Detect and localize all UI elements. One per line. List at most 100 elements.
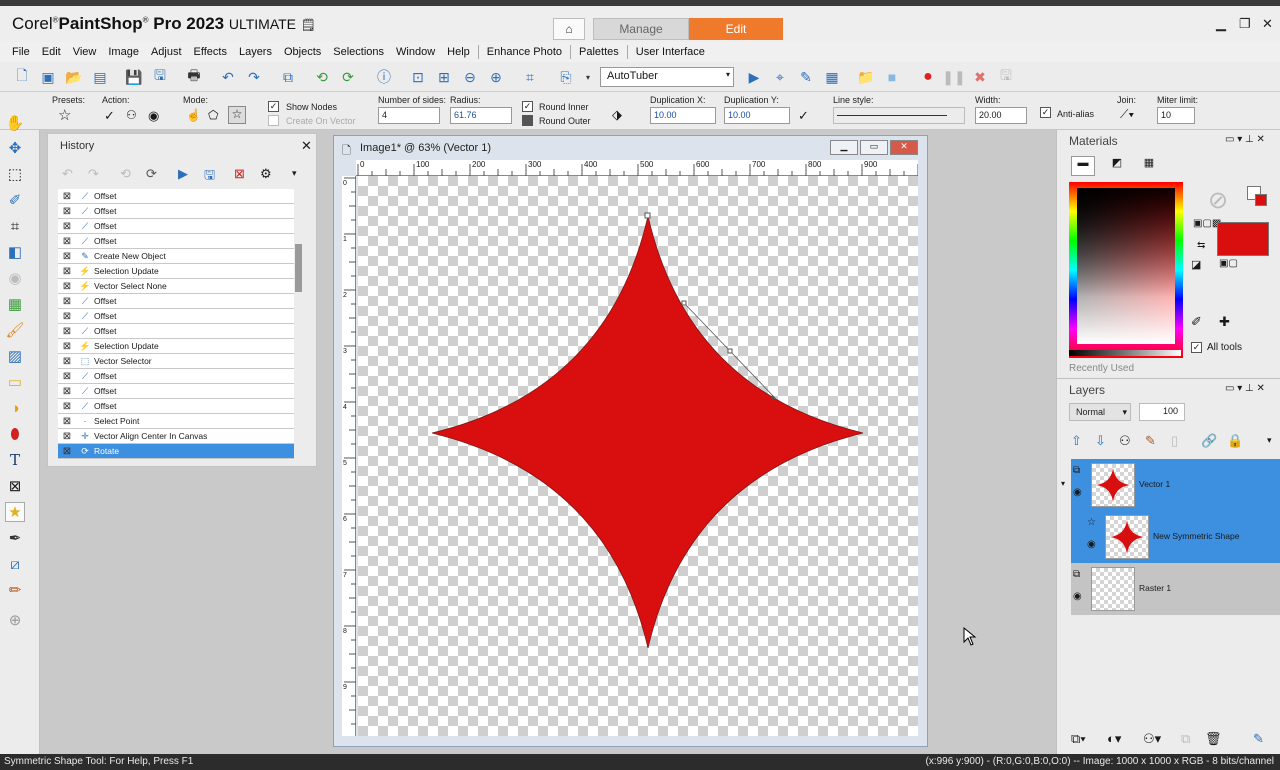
mask-icon[interactable]: ▯ [1171, 433, 1178, 449]
layer-properties-icon[interactable]: ✎ [1253, 731, 1264, 747]
script-folder-icon[interactable]: 📁 [856, 67, 876, 87]
history-item[interactable]: ⊠ ⟋ Offset [58, 189, 294, 204]
record-icon[interactable]: ● [918, 67, 938, 87]
node-handle[interactable] [727, 348, 733, 354]
save-as-icon[interactable]: 🖫 [150, 67, 170, 87]
script-select[interactable]: AutoTuber ▾ [600, 67, 734, 87]
redo-green-icon[interactable]: ⟳ [338, 67, 358, 87]
history-toggle-icon[interactable]: ⊠ [58, 431, 76, 442]
group-expand-icon[interactable]: ▾ [1061, 479, 1065, 488]
blend-mode-select[interactable]: Normal ▾ [1069, 403, 1131, 421]
transparent-toggle-icon[interactable]: ◪ [1191, 258, 1201, 271]
undo-icon[interactable]: ↶ [218, 67, 238, 87]
link-icon[interactable]: 🔗 [1201, 433, 1217, 449]
layer-row-raster[interactable]: ⧉ ◉ Raster 1 [1071, 563, 1280, 615]
history-item[interactable]: ⊠ ✛ Vector Align Center In Canvas [58, 429, 294, 444]
fill-tool-icon[interactable]: ⬮ [5, 424, 25, 444]
width-field[interactable]: 20.00 [975, 107, 1027, 124]
eyedropper-icon[interactable]: ✐ [1191, 314, 1202, 330]
history-toggle-icon[interactable]: ⊠ [58, 206, 76, 217]
picture-tube-icon[interactable]: ▨ [5, 346, 25, 366]
script-output-icon[interactable]: ▦ [822, 67, 842, 87]
history-undo-selected-icon[interactable]: ⟲ [120, 166, 131, 182]
symmetric-star-shape[interactable] [431, 215, 864, 649]
image-close-button[interactable]: ✕ [890, 140, 918, 155]
history-item[interactable]: ⊠ ⟋ Offset [58, 234, 294, 249]
history-item[interactable]: ⊠ ⬚ Vector Selector [58, 354, 294, 369]
save-icon[interactable]: 💾 [124, 67, 144, 87]
new-layer-bottom-icon[interactable]: ⧉▾ [1071, 731, 1086, 747]
miter-field[interactable]: 10 [1157, 107, 1195, 124]
gray-ramp[interactable] [1069, 350, 1181, 356]
background-swatch[interactable] [1255, 194, 1267, 206]
no-fill-icon[interactable]: ⊘ [1203, 186, 1233, 216]
notes-icon[interactable]: 🗒 [301, 18, 316, 32]
line-style-select[interactable] [833, 107, 965, 124]
polygon-mode-icon[interactable]: ⬠ [208, 108, 218, 122]
visibility-eye-icon[interactable]: ◉ [1087, 539, 1096, 550]
history-toggle-icon[interactable]: ⊠ [58, 221, 76, 232]
restore-button[interactable]: ❐ [1239, 16, 1251, 32]
layer-up-icon[interactable]: ⇧ [1071, 433, 1082, 449]
cancel-record-icon[interactable]: ✖ [970, 67, 990, 87]
history-menu-icon[interactable]: ▾ [292, 168, 297, 179]
mask-layer-icon[interactable]: ⚇▾ [1143, 731, 1161, 747]
history-redo-icon[interactable]: ↷ [88, 166, 99, 182]
history-toggle-icon[interactable]: ⊠ [58, 191, 76, 202]
layers-dock-icon[interactable]: ▭ ▾ ⊥ ✕ [1225, 383, 1265, 394]
dodge-tool-icon[interactable]: ◑ [5, 398, 25, 418]
history-item[interactable]: ⊠ ⟋ Offset [58, 294, 294, 309]
join-select[interactable]: ⟋▾ [1120, 107, 1134, 122]
swatches-tab-icon[interactable]: ▦ [1137, 156, 1161, 176]
node-handle[interactable] [681, 300, 687, 306]
rainbow-tab-icon[interactable]: ◩ [1105, 156, 1129, 176]
selection-tool-icon[interactable]: ⬚ [5, 164, 25, 184]
history-item[interactable]: ⊠ ⟋ Offset [58, 369, 294, 384]
history-toggle-icon[interactable]: ⊠ [58, 296, 76, 307]
history-toggle-icon[interactable]: ⊠ [58, 371, 76, 382]
show-nodes-checkbox[interactable]: ✓ [268, 101, 279, 112]
menu-objects[interactable]: Objects [284, 46, 321, 58]
history-scroll-thumb[interactable] [295, 244, 302, 292]
menu-help[interactable]: Help [447, 46, 470, 58]
pause-icon[interactable]: ❚❚ [942, 67, 965, 87]
tab-edit[interactable]: Edit [689, 18, 783, 40]
history-clear-icon[interactable]: ⊠ [234, 166, 245, 182]
history-toggle-icon[interactable]: ⊠ [58, 281, 76, 292]
apply-icon[interactable]: ✓ [104, 108, 115, 124]
redo-icon[interactable]: ↷ [244, 67, 264, 87]
materials-dock-icon[interactable]: ▭ ▾ ⊥ ✕ [1225, 134, 1265, 145]
history-scrollbar[interactable] [295, 189, 303, 461]
red-eye-tool-icon[interactable]: ◉ [5, 268, 25, 288]
symmetric-shape-tool-icon[interactable]: ★ [5, 502, 25, 522]
text-tool-icon[interactable]: T [5, 450, 25, 470]
round-outer-checkbox[interactable] [522, 115, 533, 126]
menu-selections[interactable]: Selections [333, 46, 384, 58]
history-item-selected[interactable]: ⊠ ⟳ Rotate [58, 444, 294, 459]
image-minimize-button[interactable]: ▁ [830, 140, 858, 155]
menu-edit[interactable]: Edit [42, 46, 61, 58]
history-toggle-icon[interactable]: ⊠ [58, 446, 76, 457]
history-toggle-icon[interactable]: ⊠ [58, 386, 76, 397]
run-script-icon[interactable]: ▶ [744, 67, 764, 87]
history-replay-icon[interactable]: ⟳ [146, 166, 157, 182]
pan-tool-icon[interactable]: ✋ [5, 113, 25, 133]
history-toggle-icon[interactable]: ⊠ [58, 356, 76, 367]
history-item[interactable]: ⊠ ✎ Create New Object [58, 249, 294, 264]
menu-image[interactable]: Image [108, 46, 139, 58]
edit-layer-icon[interactable]: ✎ [1145, 433, 1156, 449]
undo-green-icon[interactable]: ⟲ [312, 67, 332, 87]
history-item[interactable]: ⊠ ⟋ Offset [58, 309, 294, 324]
node-mode-icon[interactable]: ☝ [186, 108, 201, 122]
star-mode-icon[interactable]: ☆ [228, 106, 246, 124]
menu-adjust[interactable]: Adjust [151, 46, 182, 58]
new-from-icon[interactable]: ▣ [38, 67, 58, 87]
zoom-in-icon[interactable]: ⊕ [486, 67, 506, 87]
minimize-button[interactable]: ▁ [1216, 16, 1226, 32]
fit-image-icon[interactable]: ⌗ [520, 67, 540, 87]
history-item[interactable]: ⊠ ⟋ Offset [58, 384, 294, 399]
resize-icon[interactable]: ⧉ [278, 67, 298, 87]
edit-script-icon[interactable]: ✎ [796, 67, 816, 87]
history-toggle-icon[interactable]: ⊠ [58, 236, 76, 247]
zoom-out-icon[interactable]: ⊖ [460, 67, 480, 87]
